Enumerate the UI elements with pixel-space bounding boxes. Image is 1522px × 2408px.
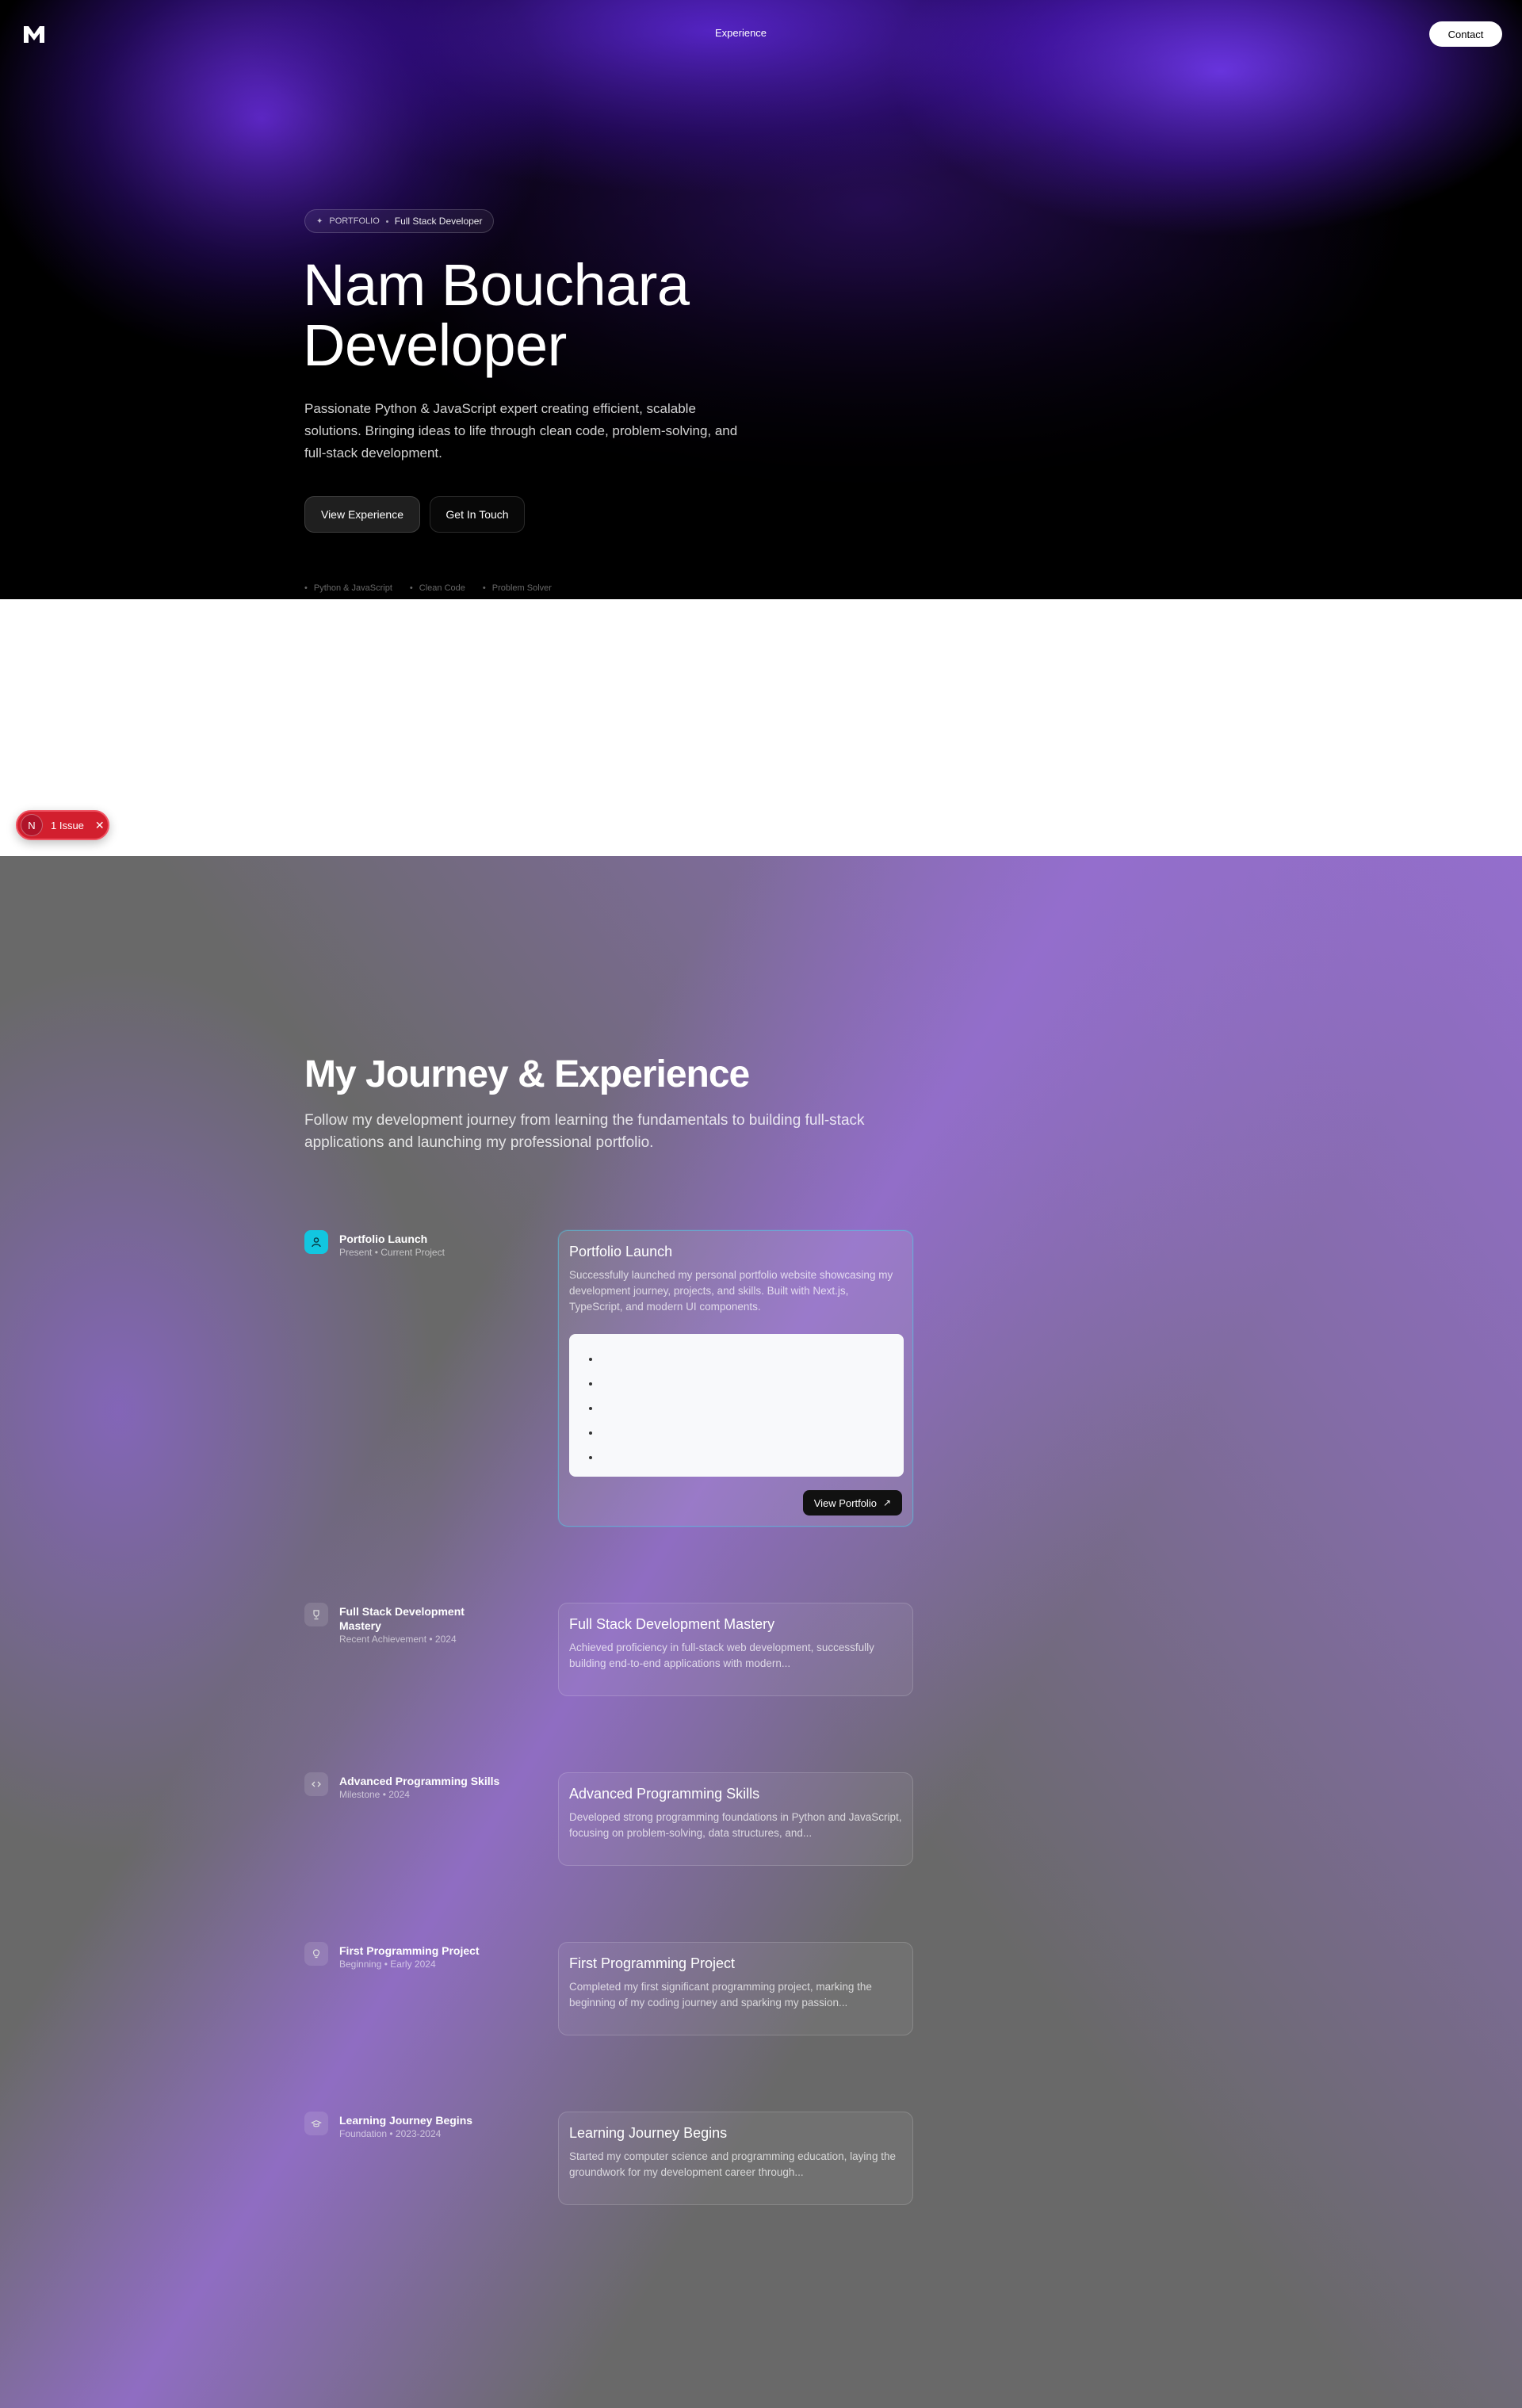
hero-description: Passionate Python & JavaScript expert cr…: [304, 401, 738, 461]
hero-title: Nam Bouchara Developer: [303, 255, 690, 376]
card-description: Developed strong programming foundations…: [569, 1811, 902, 1839]
timeline-item-meta: Milestone • 2024: [339, 1789, 410, 1800]
experience-card-advanced-programming[interactable]: Advanced Programming Skills Developed st…: [558, 1772, 913, 1866]
experience-card-learning-begins[interactable]: Learning Journey Begins Started my compu…: [558, 2112, 913, 2205]
badge-tag: PORTFOLIO: [329, 216, 380, 226]
hero-tag: Problem Solver: [483, 583, 552, 593]
view-experience-button[interactable]: View Experience: [304, 496, 420, 533]
highlight-item: [601, 1396, 904, 1420]
code-icon: [304, 1772, 328, 1796]
badge-dot: [385, 220, 388, 223]
card-description: Achieved proficiency in full-stack web d…: [569, 1642, 874, 1669]
logo-icon[interactable]: [21, 21, 48, 48]
contact-button[interactable]: Contact: [1429, 21, 1502, 47]
experience-card-first-project[interactable]: First Programming Project Completed my f…: [558, 1942, 913, 2035]
get-in-touch-button[interactable]: Get In Touch: [430, 496, 525, 533]
view-portfolio-label: View Portfolio: [813, 1496, 877, 1509]
hero-tag: Python & JavaScript: [304, 583, 392, 593]
highlight-item: [601, 1445, 904, 1470]
close-icon[interactable]: ✕: [95, 819, 105, 832]
hero-badge: ✦ PORTFOLIO Full Stack Developer: [304, 209, 495, 233]
timeline-item-meta: Recent Achievement • 2024: [339, 1634, 457, 1645]
experience-card-portfolio-launch[interactable]: Portfolio Launch Successfully launched m…: [558, 1230, 913, 1527]
timeline-item-name: Full Stack Development Mastery: [339, 1605, 465, 1632]
journey-subtitle: Follow my development journey from learn…: [304, 1112, 865, 1151]
hero-title-line1: Nam Bouchara: [303, 252, 690, 318]
timeline-item-name: First Programming Project: [339, 1944, 480, 1957]
nav-experience-link[interactable]: Experience: [715, 27, 767, 39]
arrow-up-right-icon: ↗: [882, 1497, 891, 1508]
hero-section: Experience Contact ✦ PORTFOLIO Full Stac…: [0, 0, 1522, 599]
lightbulb-icon: [304, 1942, 328, 1966]
issue-indicator[interactable]: N 1 Issue ✕: [16, 810, 109, 840]
trophy-icon: [304, 1603, 328, 1626]
card-description: Completed my first significant programmi…: [569, 1981, 872, 2009]
experience-card-full-stack-mastery[interactable]: Full Stack Development Mastery Achieved …: [558, 1603, 913, 1696]
card-title: Full Stack Development Mastery: [569, 1616, 775, 1632]
badge-role: Full Stack Developer: [394, 216, 483, 227]
timeline-item-name: Advanced Programming Skills: [339, 1775, 500, 1787]
hero-tag: Clean Code: [410, 583, 465, 593]
issue-label[interactable]: 1 Issue: [51, 820, 84, 831]
card-title: Learning Journey Begins: [569, 2125, 728, 2141]
hero-shade: [0, 0, 1522, 599]
timeline-item-meta: Beginning • Early 2024: [339, 1959, 436, 1970]
card-description: Started my computer science and programm…: [569, 2150, 896, 2178]
highlight-item: [601, 1347, 904, 1371]
card-description: Successfully launched my personal portfo…: [569, 1269, 893, 1313]
highlight-item: [601, 1420, 904, 1445]
hero-tags: Python & JavaScript Clean Code Problem S…: [304, 583, 552, 593]
hero-title-line2: Developer: [303, 312, 567, 378]
journey-title: My Journey & Experience: [304, 1053, 750, 1095]
user-icon: [304, 1230, 328, 1254]
graduation-cap-icon: [304, 2112, 328, 2135]
timeline-item-meta: Present • Current Project: [339, 1247, 445, 1258]
card-title: First Programming Project: [569, 1955, 736, 1971]
view-portfolio-button[interactable]: View Portfolio ↗: [802, 1490, 902, 1516]
journey-section: My Journey & Experience Follow my develo…: [0, 856, 1522, 2408]
highlight-item: [601, 1371, 904, 1396]
card-title: Advanced Programming Skills: [569, 1786, 760, 1802]
timeline-item-name: Portfolio Launch: [339, 1233, 428, 1245]
card-title: Portfolio Launch: [569, 1244, 673, 1259]
timeline-item-name: Learning Journey Begins: [339, 2114, 473, 2127]
card-highlights: [569, 1334, 904, 1477]
sparkle-icon: ✦: [316, 216, 323, 226]
issue-logo: N: [21, 814, 43, 836]
timeline-item-meta: Foundation • 2023-2024: [339, 2128, 442, 2139]
